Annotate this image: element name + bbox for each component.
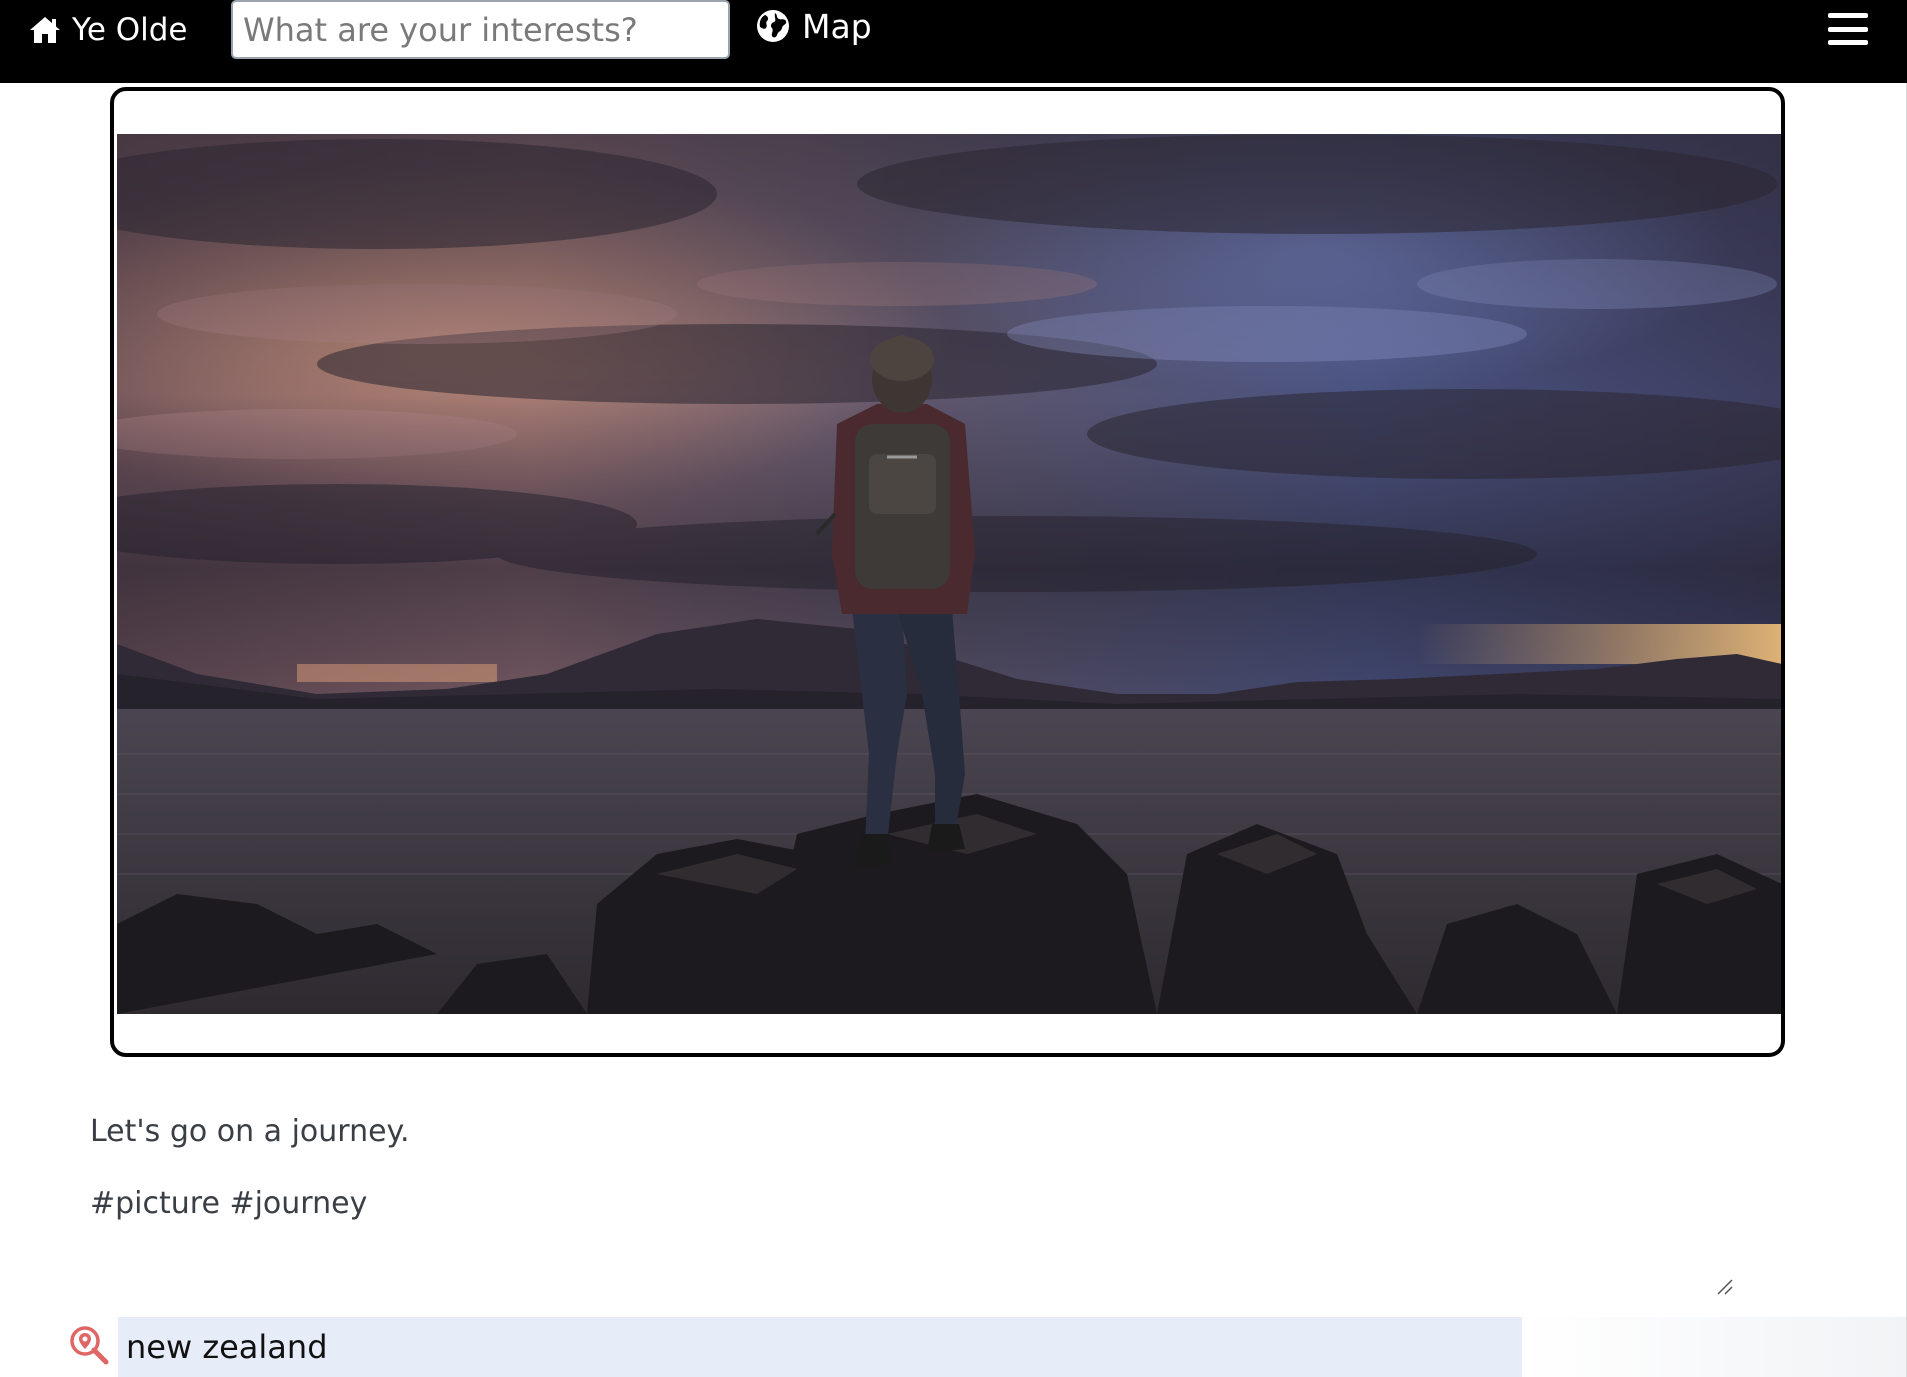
post-caption: Let's go on a journey. <box>90 1114 410 1149</box>
map-link[interactable]: Map <box>756 4 872 48</box>
map-label: Map <box>802 6 872 46</box>
bottom-right-area <box>1522 1317 1906 1377</box>
home-link[interactable]: Ye Olde <box>28 8 188 52</box>
menu-bar <box>1828 13 1868 18</box>
location-search-input[interactable] <box>118 1317 1522 1377</box>
location-search-icon[interactable] <box>68 1324 110 1366</box>
interests-search-input[interactable] <box>231 0 730 59</box>
menu-bar <box>1828 26 1868 32</box>
textarea-resize-handle-icon[interactable] <box>1716 1278 1734 1296</box>
home-label: Ye Olde <box>72 12 188 48</box>
landscape-photo <box>117 134 1781 1014</box>
post-hashtags: #picture #journey <box>90 1186 368 1221</box>
menu-bar <box>1828 40 1868 45</box>
globe-icon <box>757 10 789 42</box>
top-navbar: Ye Olde Map <box>0 0 1907 83</box>
post-card <box>110 87 1785 1057</box>
home-icon <box>30 17 60 43</box>
hamburger-menu-icon[interactable] <box>1828 13 1868 45</box>
